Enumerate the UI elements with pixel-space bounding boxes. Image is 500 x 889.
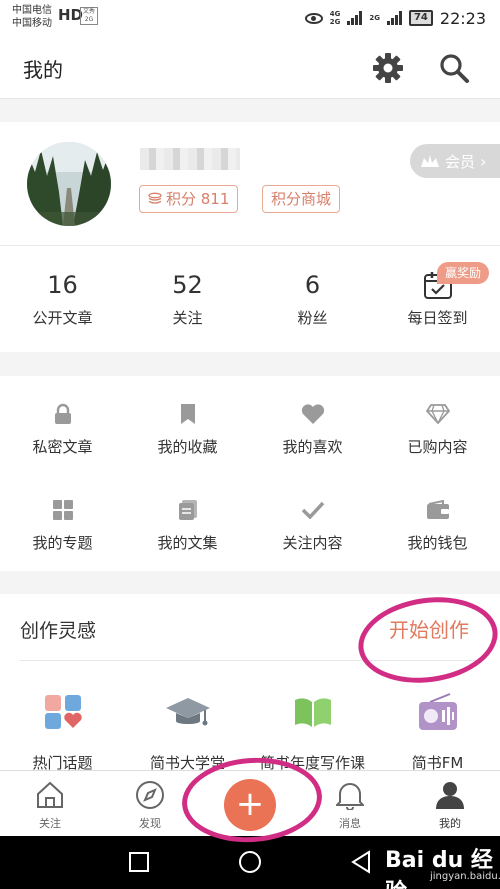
grid-item-favorites[interactable]: 我的收藏 [125, 402, 250, 457]
grid-label: 我的文集 [157, 534, 218, 552]
radio-icon [418, 693, 457, 730]
compass-icon [136, 781, 164, 809]
topics-icon [44, 695, 82, 729]
grid-item-likes[interactable]: 我的喜欢 [250, 402, 375, 457]
tab-following[interactable]: 关注 [10, 779, 90, 831]
tab-label: 消息 [339, 817, 361, 830]
clock: 22:23 [439, 8, 486, 28]
signal-icon [347, 11, 363, 25]
badge-text: 文秀 2G [80, 7, 98, 25]
username-blurred [140, 148, 240, 170]
check-icon [301, 501, 324, 519]
avatar[interactable] [27, 142, 111, 226]
tab-discover[interactable]: 发现 [110, 779, 190, 831]
points-label: 积分 811 [166, 190, 230, 208]
grid-label: 我的喜欢 [282, 438, 343, 456]
jianshu-fm-item[interactable]: 简书FM [375, 692, 500, 773]
net-2: 2G [329, 18, 341, 26]
grid-label: 已购内容 [407, 438, 468, 456]
header: 我的 [0, 36, 500, 99]
grid-label: 我的专题 [32, 534, 93, 552]
document-icon [178, 500, 197, 520]
signal-icon-2 [386, 11, 402, 25]
net-1: 4G [329, 10, 341, 18]
baidu-watermark-url: jingyan.baidu.com [430, 871, 500, 882]
recent-apps-icon[interactable] [127, 850, 151, 874]
chevron-right-icon: › [480, 151, 487, 171]
hot-topics-item[interactable]: 热门话题 [0, 692, 125, 773]
vip-label: 会员 [445, 152, 476, 171]
tab-label: 发现 [139, 817, 161, 830]
grid-item-collections[interactable]: 我的专题 [0, 498, 125, 553]
reward-badge: 赢奖励 [437, 262, 490, 284]
stats-row: 16 公开文章 52 关注 6 粉丝 每日签到 赢奖励 [0, 246, 500, 352]
stat-number: 6 [304, 271, 321, 299]
network-type-2: 2G [369, 14, 380, 22]
stat-articles[interactable]: 16 公开文章 [0, 268, 125, 328]
grid-label: 我的收藏 [157, 438, 218, 456]
back-icon[interactable] [349, 850, 373, 874]
stat-label: 公开文章 [32, 309, 93, 327]
graduation-cap-icon [165, 698, 210, 726]
tab-label: 关注 [39, 817, 61, 830]
home-button-icon[interactable] [238, 850, 262, 874]
points-chip[interactable]: 积分 811 [139, 185, 239, 213]
carrier-2: 中国移动 [12, 18, 52, 29]
tab-me[interactable]: 我的 [410, 779, 490, 831]
stat-number: 16 [47, 271, 78, 299]
grid-item-purchased[interactable]: 已购内容 [375, 402, 500, 457]
carrier-1: 中国电信 [12, 5, 52, 16]
stat-label: 粉丝 [297, 309, 328, 327]
shortcut-grid: 私密文章 我的收藏 我的喜欢 已购内容 我的专题 我的文集 关注内容 我的钱包 [0, 376, 500, 571]
battery-icon: 74 [408, 10, 433, 26]
grid-item-wallet[interactable]: 我的钱包 [375, 498, 500, 553]
system-nav-bar: Bai du 经验 jingyan.baidu.com [0, 836, 500, 889]
book-icon [294, 698, 331, 727]
home-icon [37, 781, 63, 808]
bell-icon [336, 783, 364, 810]
network-type: 4G 2G [330, 10, 341, 26]
status-bar: 中国电信 中国移动 HD 文秀 2G 4G 2G 2G 74 22:23 [0, 0, 500, 36]
tab-label: 我的 [439, 817, 461, 830]
stat-label: 每日签到 [407, 309, 468, 327]
page-title: 我的 [23, 58, 63, 82]
grid-item-notebooks[interactable]: 我的文集 [125, 498, 250, 553]
coins-icon [148, 192, 162, 204]
eye-comfort-icon [304, 12, 323, 24]
grid-label: 关注内容 [282, 534, 343, 552]
vip-button[interactable]: 会员 › [410, 144, 500, 178]
wallet-icon [426, 500, 449, 519]
diamond-icon [425, 404, 450, 424]
tab-messages[interactable]: 消息 [310, 779, 390, 831]
apps-icon [52, 500, 73, 520]
mall-label: 积分商城 [271, 190, 332, 208]
stat-following[interactable]: 52 关注 [125, 268, 250, 328]
section-title: 创作灵感 [20, 620, 97, 642]
stat-number: 52 [172, 271, 203, 299]
carrier-names: 中国电信 中国移动 [12, 4, 52, 30]
points-mall-button[interactable]: 积分商城 [262, 185, 341, 213]
bookmark-icon [180, 404, 195, 424]
search-icon[interactable] [438, 52, 470, 84]
grid-item-followed-content[interactable]: 关注内容 [250, 498, 375, 553]
lock-icon [54, 403, 71, 424]
stat-fans[interactable]: 6 粉丝 [250, 268, 375, 328]
user-icon [436, 782, 464, 809]
crown-icon [421, 155, 439, 167]
grid-label: 私密文章 [32, 438, 93, 456]
grid-label: 我的钱包 [407, 534, 468, 552]
gear-icon[interactable] [372, 52, 404, 84]
grid-item-private-articles[interactable]: 私密文章 [0, 402, 125, 457]
profile-card[interactable]: 积分 811 积分商城 会员 › [0, 122, 500, 246]
stat-label: 关注 [172, 309, 203, 327]
status-icons: 4G 2G 2G 74 22:23 [304, 7, 486, 29]
heart-icon [301, 404, 324, 424]
